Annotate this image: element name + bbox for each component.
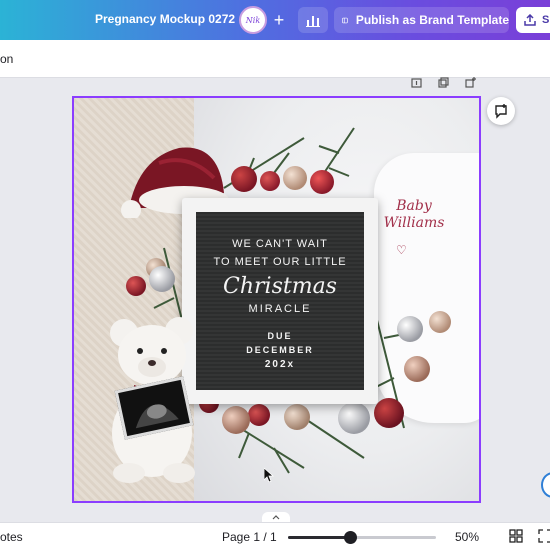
ornament — [126, 276, 146, 296]
template-icon — [342, 17, 348, 23]
bar-chart-icon — [306, 16, 320, 27]
ornament — [429, 311, 451, 333]
ornament — [260, 171, 280, 191]
ornament — [374, 398, 404, 428]
letter-board[interactable]: WE CAN'T WAIT TO MEET OUR LITTLE Christm… — [182, 198, 378, 404]
ornament — [231, 166, 257, 192]
ornament — [397, 316, 423, 342]
upload-icon — [524, 14, 536, 26]
publish-brand-template-button[interactable]: Publish as Brand Template — [334, 7, 509, 33]
page-tools — [410, 76, 477, 89]
ornament — [283, 166, 307, 190]
share-button[interactable]: S — [516, 7, 550, 33]
zoom-slider[interactable] — [288, 531, 436, 544]
ornament — [149, 266, 175, 292]
insights-button[interactable] — [298, 7, 328, 33]
lock-page-icon[interactable] — [410, 76, 423, 89]
grid-icon — [509, 529, 523, 543]
board-month[interactable]: DECEMBER — [196, 345, 364, 355]
board-line-2[interactable]: TO MEET OUR LITTLE — [196, 256, 364, 268]
bottom-bar: otes Page 1 / 1 50% — [0, 522, 550, 550]
zoom-level[interactable]: 50% — [455, 530, 479, 544]
board-line-3[interactable]: MIRACLE — [196, 303, 364, 315]
comment-plus-icon — [495, 104, 507, 119]
ornament — [338, 402, 370, 434]
ornament — [310, 170, 334, 194]
letter-board-felt: WE CAN'T WAIT TO MEET OUR LITTLE Christm… — [196, 212, 364, 390]
ornament — [222, 406, 250, 434]
mouse-cursor — [263, 467, 275, 487]
top-bar: Pregnancy Mockup 0272 Nik + Publish as B… — [0, 0, 550, 40]
notes-button[interactable]: otes — [0, 530, 23, 544]
zoom-slider-thumb[interactable] — [344, 531, 358, 544]
duplicate-page-icon[interactable] — [437, 76, 450, 89]
zoom-slider-fill — [288, 536, 351, 539]
share-label: S — [542, 14, 550, 26]
ornament — [284, 404, 310, 430]
grid-view-button[interactable] — [509, 529, 523, 543]
board-line-1[interactable]: WE CAN'T WAIT — [196, 238, 364, 250]
expand-icon — [538, 529, 550, 543]
publish-label: Publish as Brand Template — [355, 13, 509, 27]
avatar[interactable]: Nik — [239, 6, 267, 34]
context-toolbar: on — [0, 40, 550, 78]
board-script-word[interactable]: Christmas — [196, 274, 364, 299]
document-title[interactable]: Pregnancy Mockup 0272 — [95, 12, 235, 26]
add-comment-button[interactable] — [487, 97, 515, 125]
design-canvas[interactable]: Baby Williams ♡ WE CAN'T WAIT TO MEET OU… — [72, 96, 481, 503]
ornament — [248, 404, 270, 426]
collapse-handle[interactable] — [262, 512, 290, 522]
toolbar-partial-label[interactable]: on — [0, 52, 13, 66]
page-indicator[interactable]: Page 1 / 1 — [222, 530, 277, 544]
assistant-button[interactable] — [541, 472, 550, 498]
ornament — [404, 356, 430, 382]
chevron-up-icon — [272, 514, 280, 519]
add-page-icon[interactable] — [464, 76, 477, 89]
fullscreen-button[interactable] — [538, 529, 550, 543]
board-year[interactable]: 202x — [196, 359, 364, 370]
board-due[interactable]: DUE — [196, 331, 364, 341]
add-collaborator-button[interactable]: + — [269, 8, 289, 32]
